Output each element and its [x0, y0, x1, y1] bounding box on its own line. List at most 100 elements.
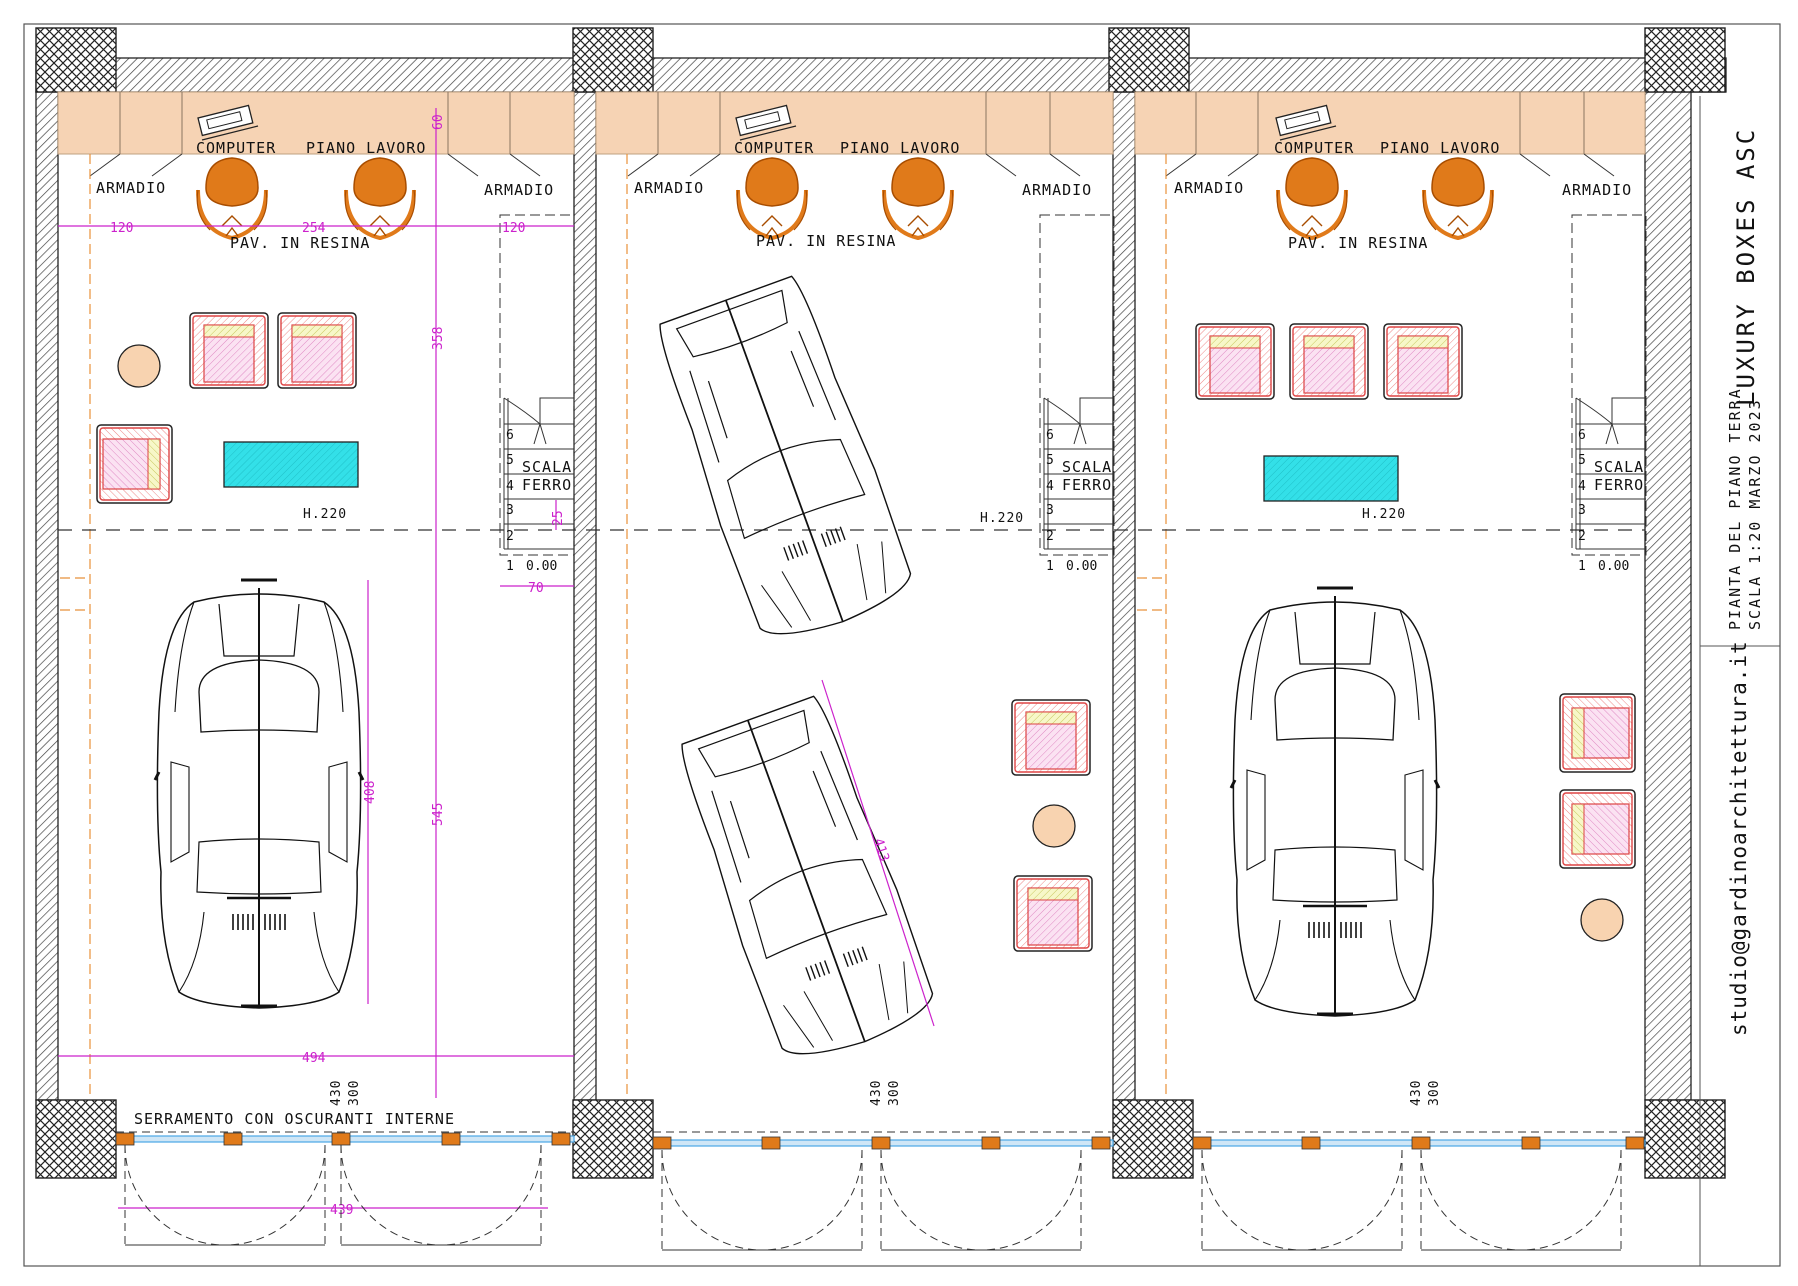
height-label: H.220 — [980, 511, 1024, 526]
stair-step-number: 6 — [506, 428, 514, 443]
bay-1: COMPUTER PIANO LAVORO ARMADIO ARMADIO PA… — [58, 104, 575, 1218]
stair-step-number: 4 — [506, 479, 514, 494]
armchair-icon — [1195, 323, 1275, 400]
serramento-label: SERRAMENTO CON OSCURANTI INTERNE — [134, 1110, 455, 1128]
coffee-table — [223, 441, 359, 488]
armchair-icon — [1289, 323, 1369, 400]
armchair-icon — [277, 312, 357, 389]
bay-3: COMPUTER PIANO LAVORO ARMADIO ARMADIO PA… — [1174, 104, 1647, 1018]
stair-step-number: 1 — [1046, 559, 1054, 574]
bay-2: COMPUTER PIANO LAVORO ARMADIO ARMADIO PA… — [634, 104, 1115, 1071]
front-windows — [115, 1131, 1646, 1251]
dimension-25: 25 — [551, 510, 566, 526]
sheet-title: PIANTA DEL PIANO TERRA — [1726, 387, 1744, 630]
dimension-lines — [58, 108, 574, 1209]
dimension-413: 413 — [870, 837, 892, 864]
scala-label: SCALA — [522, 458, 572, 476]
pavimento-label: PAV. IN RESINA — [756, 232, 896, 250]
coffee-table — [1263, 455, 1399, 502]
stair-step-number: 5 — [1046, 453, 1054, 468]
dimension-408: 408 — [363, 781, 378, 804]
car-icon — [669, 691, 943, 1071]
dimension-120: 120 — [502, 221, 525, 236]
ottoman-icon — [1032, 804, 1076, 848]
stair-level-label: 0.00 — [1598, 559, 1629, 574]
stair-step-number: 2 — [1578, 529, 1586, 544]
computer-label: COMPUTER — [734, 139, 814, 157]
armadio-label: ARMADIO — [634, 179, 704, 197]
door-dimension-430: 430 — [869, 1080, 884, 1106]
car-icon — [1229, 586, 1441, 1018]
guide-lines — [60, 154, 1167, 1095]
studio-email: studio@gardinoarchitettura.it — [1727, 640, 1751, 1036]
ferro-label: FERRO — [1594, 476, 1644, 494]
stair-level-label: 0.00 — [1066, 559, 1097, 574]
stair-level-label: 0.00 — [526, 559, 557, 574]
stair-step-number: 5 — [506, 453, 514, 468]
dimension-70: 70 — [528, 581, 544, 596]
armadio-label: ARMADIO — [1174, 179, 1244, 197]
piano-lavoro-label: PIANO LAVORO — [1380, 139, 1500, 157]
stair-step-number: 1 — [506, 559, 514, 574]
dimension-60: 60 — [431, 114, 446, 130]
height-label: H.220 — [1362, 507, 1406, 522]
ferro-label: FERRO — [522, 476, 572, 494]
computer-label: COMPUTER — [196, 139, 276, 157]
floor-plan-drawing: COMPUTER PIANO LAVORO ARMADIO ARMADIO PA… — [23, 23, 1781, 1267]
armadio-label: ARMADIO — [484, 181, 554, 199]
title-block: LUXURY BOXES ASC PIANTA DEL PIANO TERRA … — [1699, 96, 1780, 1266]
armadio-label: ARMADIO — [1562, 181, 1632, 199]
piano-lavoro-label: PIANO LAVORO — [306, 139, 426, 157]
stair-step-number: 6 — [1578, 428, 1586, 443]
scala-label: SCALA — [1062, 458, 1112, 476]
work-counters — [57, 91, 1646, 177]
piano-lavoro-label: PIANO LAVORO — [840, 139, 960, 157]
armchair-icon — [1559, 789, 1636, 869]
dimension-545: 545 — [431, 803, 446, 826]
armchair-icon — [96, 424, 173, 504]
door-dimension-300: 300 — [1427, 1080, 1442, 1106]
door-dimension-300: 300 — [347, 1080, 362, 1106]
office-chair-icon — [735, 156, 809, 240]
office-chair-icon — [1421, 156, 1495, 240]
dimension-254: 254 — [302, 221, 326, 236]
armchair-icon — [1383, 323, 1463, 400]
ferro-label: FERRO — [1062, 476, 1112, 494]
armadio-label: ARMADIO — [96, 179, 166, 197]
stair-step-number: 3 — [506, 503, 514, 518]
car-icon — [647, 271, 921, 651]
ottoman-icon — [117, 344, 161, 388]
stair-step-number: 3 — [1578, 503, 1586, 518]
door-dimension-430: 430 — [1409, 1080, 1424, 1106]
scala-label: SCALA — [1594, 458, 1644, 476]
dimension-358: 358 — [431, 327, 446, 350]
armchair-icon — [1011, 699, 1091, 776]
ottoman-icon — [1580, 898, 1624, 942]
door-dimension-300: 300 — [887, 1080, 902, 1106]
armchair-icon — [1013, 875, 1093, 952]
stair-step-number: 2 — [1046, 529, 1054, 544]
height-label: H.220 — [303, 507, 347, 522]
office-chair-icon — [1275, 156, 1349, 240]
armchair-icon — [189, 312, 269, 389]
sheet-border — [23, 23, 1781, 1267]
stair-step-number: 3 — [1046, 503, 1054, 518]
pavimento-label: PAV. IN RESINA — [230, 234, 370, 252]
armchair-icon — [1559, 693, 1636, 773]
armadio-label: ARMADIO — [1022, 181, 1092, 199]
sheet-scale-date: SCALA 1:20 MARZO 2023 — [1746, 398, 1764, 630]
computer-label: COMPUTER — [1274, 139, 1354, 157]
stair-step-number: 1 — [1578, 559, 1586, 574]
stair-icon: 6 5 4 3 2 1 0.00 SCALA FERRO — [1039, 214, 1115, 574]
office-chair-icon — [881, 156, 955, 240]
stair-step-number: 6 — [1046, 428, 1054, 443]
stair-step-number: 5 — [1578, 453, 1586, 468]
project-title: LUXURY BOXES ASC — [1732, 127, 1760, 406]
dimension-120: 120 — [110, 221, 133, 236]
stair-step-number: 2 — [506, 529, 514, 544]
pavimento-label: PAV. IN RESINA — [1288, 234, 1428, 252]
car-icon — [153, 578, 365, 1010]
dimension-494: 494 — [302, 1051, 326, 1066]
stair-step-number: 4 — [1578, 479, 1586, 494]
stair-step-number: 4 — [1046, 479, 1054, 494]
